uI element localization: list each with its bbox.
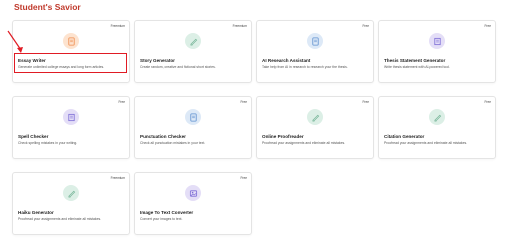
pricing-badge: Free <box>362 24 369 28</box>
tool-card-punctuation-checker[interactable]: Free Punctuation Checker Check all punctua… <box>134 96 252 159</box>
card-title: Essay Writer <box>18 58 46 63</box>
pen-icon <box>429 109 445 125</box>
image-icon <box>185 185 201 201</box>
pricing-badge: Free <box>240 100 247 104</box>
tool-card-image-to-text-converter[interactable]: Free Image To Text Converter Convert your … <box>134 172 252 235</box>
card-description: Check all punctuation mistakes in your t… <box>140 141 206 145</box>
card-title: Citation Generator <box>384 134 425 139</box>
tool-card-essay-writer[interactable]: Freemium Essay Writer Generate unlimited c… <box>12 20 130 83</box>
card-title: Image To Text Converter <box>140 210 194 215</box>
tool-card-spell-checker[interactable]: Free Spell Checker Check spelling mistakes… <box>12 96 130 159</box>
tool-card-story-generator[interactable]: Freemium Story Generator Create random, cr… <box>134 20 252 83</box>
tool-card-citation-generator[interactable]: Free Citation Generator Proofread your ass… <box>378 96 496 159</box>
pricing-badge: Free <box>118 100 125 104</box>
document-icon <box>63 33 79 49</box>
card-description: Convert your images to text. <box>140 217 183 221</box>
card-description: Write thesis statement with AI-powered t… <box>384 65 450 69</box>
tool-card-haiku-generator[interactable]: Freemium Haiku Generator Proofread your as… <box>12 172 130 235</box>
document-icon <box>307 33 323 49</box>
pricing-badge: Free <box>484 24 491 28</box>
book-icon <box>429 33 445 49</box>
card-title: AI Research Assistant <box>262 58 311 63</box>
card-description: Take help from AI in research to researc… <box>262 65 348 69</box>
document-icon <box>185 109 201 125</box>
card-description: Proofread your assignments and eliminate… <box>262 141 346 145</box>
card-description: Create random, creative and fictional sh… <box>140 65 216 69</box>
pen-icon <box>185 33 201 49</box>
page-title: Student's Savior <box>14 2 81 12</box>
pen-icon <box>307 109 323 125</box>
card-description: Proofread your assignments and eliminate… <box>384 141 468 145</box>
pricing-badge: Free <box>484 100 491 104</box>
tool-card-thesis-statement-generator[interactable]: Free Thesis Statement Generator Write thes… <box>378 20 496 83</box>
card-title: Online Proofreader <box>262 134 304 139</box>
pen-icon <box>63 185 79 201</box>
card-title: Haiku Generator <box>18 210 54 215</box>
card-description: Check spelling mistakes in your writing. <box>18 141 78 145</box>
tool-card-online-proofreader[interactable]: Free Online Proofreader Proofread your ass… <box>256 96 374 159</box>
card-description: Generate unlimited college essays and lo… <box>18 65 105 69</box>
card-title: Thesis Statement Generator <box>384 58 446 63</box>
pricing-badge: Free <box>362 100 369 104</box>
pricing-badge: Freemium <box>110 24 125 28</box>
card-title: Story Generator <box>140 58 175 63</box>
tool-card-ai-research-assistant[interactable]: Free AI Research Assistant Take help from … <box>256 20 374 83</box>
card-title: Spell Checker <box>18 134 49 139</box>
book-icon <box>63 109 79 125</box>
pricing-badge: Freemium <box>110 176 125 180</box>
pricing-badge: Free <box>240 176 247 180</box>
card-description: Proofread your assignments and eliminate… <box>18 217 102 221</box>
card-title: Punctuation Checker <box>140 134 186 139</box>
pricing-badge: Freemium <box>232 24 247 28</box>
